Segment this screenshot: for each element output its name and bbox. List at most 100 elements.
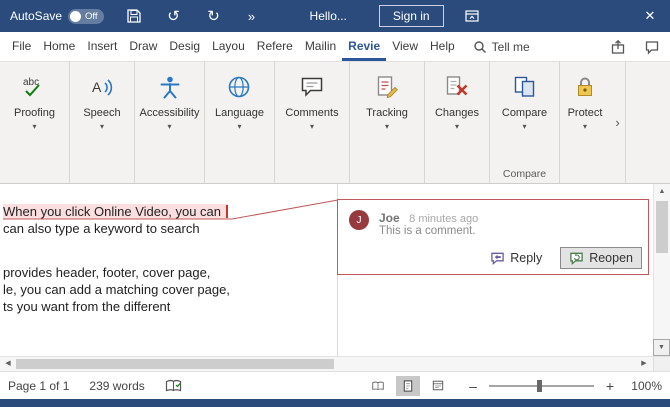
comments-icon <box>299 74 325 100</box>
tab-home[interactable]: Home <box>37 32 81 61</box>
speech-button[interactable]: A Speech ▾ <box>81 62 122 131</box>
comment-card[interactable]: J Joe 8 minutes ago This is a comment. R… <box>337 199 649 275</box>
proofing-icon: abc <box>21 74 47 100</box>
web-layout-icon <box>432 379 444 392</box>
word-window: AutoSave Off ↺ ↻ » Hello... Sign in ✕ Fi… <box>0 0 670 407</box>
zoom-out-button[interactable]: – <box>466 378 480 394</box>
tab-review[interactable]: Revie <box>342 32 386 61</box>
zoom-level[interactable]: 100% <box>626 379 662 393</box>
redo-icon: ↻ <box>207 7 220 25</box>
ribbon-group-proofing: abc Proofing ▾ <box>0 62 70 183</box>
proofing-status-button[interactable] <box>165 379 182 393</box>
proofing-label: Proofing <box>14 107 55 119</box>
accessibility-button[interactable]: Accessibility ▾ <box>138 62 202 131</box>
document-line: le, you can add a matching cover page, <box>3 281 337 298</box>
reply-label: Reply <box>510 251 542 265</box>
vertical-scrollbar[interactable]: ▲ ▼ <box>653 184 670 356</box>
protect-lock-icon <box>572 74 598 100</box>
ribbon-scroll-right-button[interactable]: › <box>610 62 626 183</box>
zoom-slider[interactable] <box>489 385 594 387</box>
print-layout-icon <box>402 379 414 393</box>
web-layout-button[interactable] <box>426 376 450 396</box>
document-canvas[interactable]: When you click Online Video, you can can… <box>0 184 337 356</box>
ribbon-group-compare: Compare ▾ Compare <box>490 62 560 183</box>
tab-layout[interactable]: Layou <box>206 32 251 61</box>
read-mode-button[interactable] <box>366 376 390 396</box>
tab-design[interactable]: Desig <box>163 32 206 61</box>
reopen-button[interactable]: Reopen <box>560 247 642 269</box>
comment-timestamp: 8 minutes ago <box>409 213 478 225</box>
language-button[interactable]: Language ▾ <box>213 62 266 131</box>
tab-references[interactable]: Refere <box>251 32 299 61</box>
speech-icon: A <box>89 74 115 100</box>
document-line: can also type a keyword to search <box>3 220 337 237</box>
autosave-state: Off <box>85 11 98 22</box>
close-button[interactable]: ✕ <box>636 0 664 32</box>
status-bar: Page 1 of 1 239 words – + 100% <box>0 371 670 399</box>
comments-button[interactable]: Comments ▾ <box>283 62 340 131</box>
zoom-slider-thumb[interactable] <box>537 380 542 392</box>
read-mode-icon <box>372 380 384 392</box>
comment-bubble-icon <box>644 39 660 55</box>
tab-view[interactable]: View <box>386 32 424 61</box>
changes-label: Changes <box>435 107 479 119</box>
tell-me-box[interactable]: Tell me <box>473 32 530 61</box>
scroll-right-icon[interactable]: ▶ <box>636 357 652 371</box>
vertical-scrollbar-thumb[interactable] <box>656 201 668 253</box>
window-options-icon <box>464 8 480 24</box>
horizontal-scrollbar[interactable]: ◀ ▶ <box>0 356 670 371</box>
protect-label: Protect <box>568 107 603 119</box>
dropdown-arrow-icon: ▾ <box>583 122 587 131</box>
dropdown-arrow-icon: ▾ <box>167 122 171 131</box>
autosave-toggle[interactable]: AutoSave Off <box>10 9 104 24</box>
save-button[interactable] <box>120 0 148 32</box>
scrollbar-corner <box>653 357 670 371</box>
comment-actions: Reply Reopen <box>482 247 642 269</box>
tab-mailings[interactable]: Mailin <box>299 32 342 61</box>
reply-button[interactable]: Reply <box>482 248 550 268</box>
word-count[interactable]: 239 words <box>89 379 144 393</box>
redo-button[interactable]: ↻ <box>200 0 228 32</box>
tab-insert[interactable]: Insert <box>81 32 123 61</box>
compare-button[interactable]: Compare ▾ <box>500 62 549 131</box>
undo-button[interactable]: ↺ <box>160 0 188 32</box>
ribbon-review: abc Proofing ▾ A Speech ▾ Accessibility … <box>0 62 670 184</box>
tracking-icon <box>374 74 400 100</box>
tab-help[interactable]: Help <box>424 32 461 61</box>
compare-icon <box>512 74 538 100</box>
speech-label: Speech <box>83 107 120 119</box>
scroll-up-icon[interactable]: ▲ <box>654 184 670 200</box>
ribbon-display-options-button[interactable] <box>458 0 486 32</box>
share-button[interactable] <box>610 39 626 55</box>
print-layout-button[interactable] <box>396 376 420 396</box>
zoom-in-button[interactable]: + <box>603 378 617 394</box>
quick-access-overflow-button[interactable]: » <box>238 0 266 32</box>
proofing-status-icon <box>165 379 182 393</box>
tab-file[interactable]: File <box>6 32 37 61</box>
avatar: J <box>349 210 369 230</box>
dropdown-arrow-icon: ▾ <box>455 122 459 131</box>
tabrow-right-icons <box>610 32 660 61</box>
scroll-down-icon[interactable]: ▼ <box>653 339 670 356</box>
comments-panel-button[interactable] <box>644 39 660 55</box>
document-line: provides header, footer, cover page, <box>3 264 337 281</box>
ribbon-group-changes: Changes ▾ <box>425 62 490 183</box>
sign-in-button[interactable]: Sign in <box>379 5 444 27</box>
horizontal-scrollbar-thumb[interactable] <box>16 359 334 369</box>
page-indicator[interactable]: Page 1 of 1 <box>8 379 69 393</box>
document-title: Hello... <box>310 9 347 23</box>
dropdown-arrow-icon: ▾ <box>385 122 389 131</box>
autosave-switch[interactable]: Off <box>68 9 104 24</box>
workspace: When you click Online Video, you can can… <box>0 184 670 356</box>
tab-draw[interactable]: Draw <box>123 32 163 61</box>
tell-me-label: Tell me <box>492 40 530 54</box>
tracking-button[interactable]: Tracking ▾ <box>364 62 410 131</box>
proofing-button[interactable]: abc Proofing ▾ <box>12 62 57 131</box>
language-label: Language <box>215 107 264 119</box>
reopen-icon <box>569 251 584 265</box>
changes-button[interactable]: Changes ▾ <box>433 62 481 131</box>
comments-label: Comments <box>285 107 338 119</box>
scroll-left-icon[interactable]: ◀ <box>0 357 16 371</box>
svg-text:A: A <box>92 79 102 95</box>
protect-button[interactable]: Protect ▾ <box>566 62 605 131</box>
